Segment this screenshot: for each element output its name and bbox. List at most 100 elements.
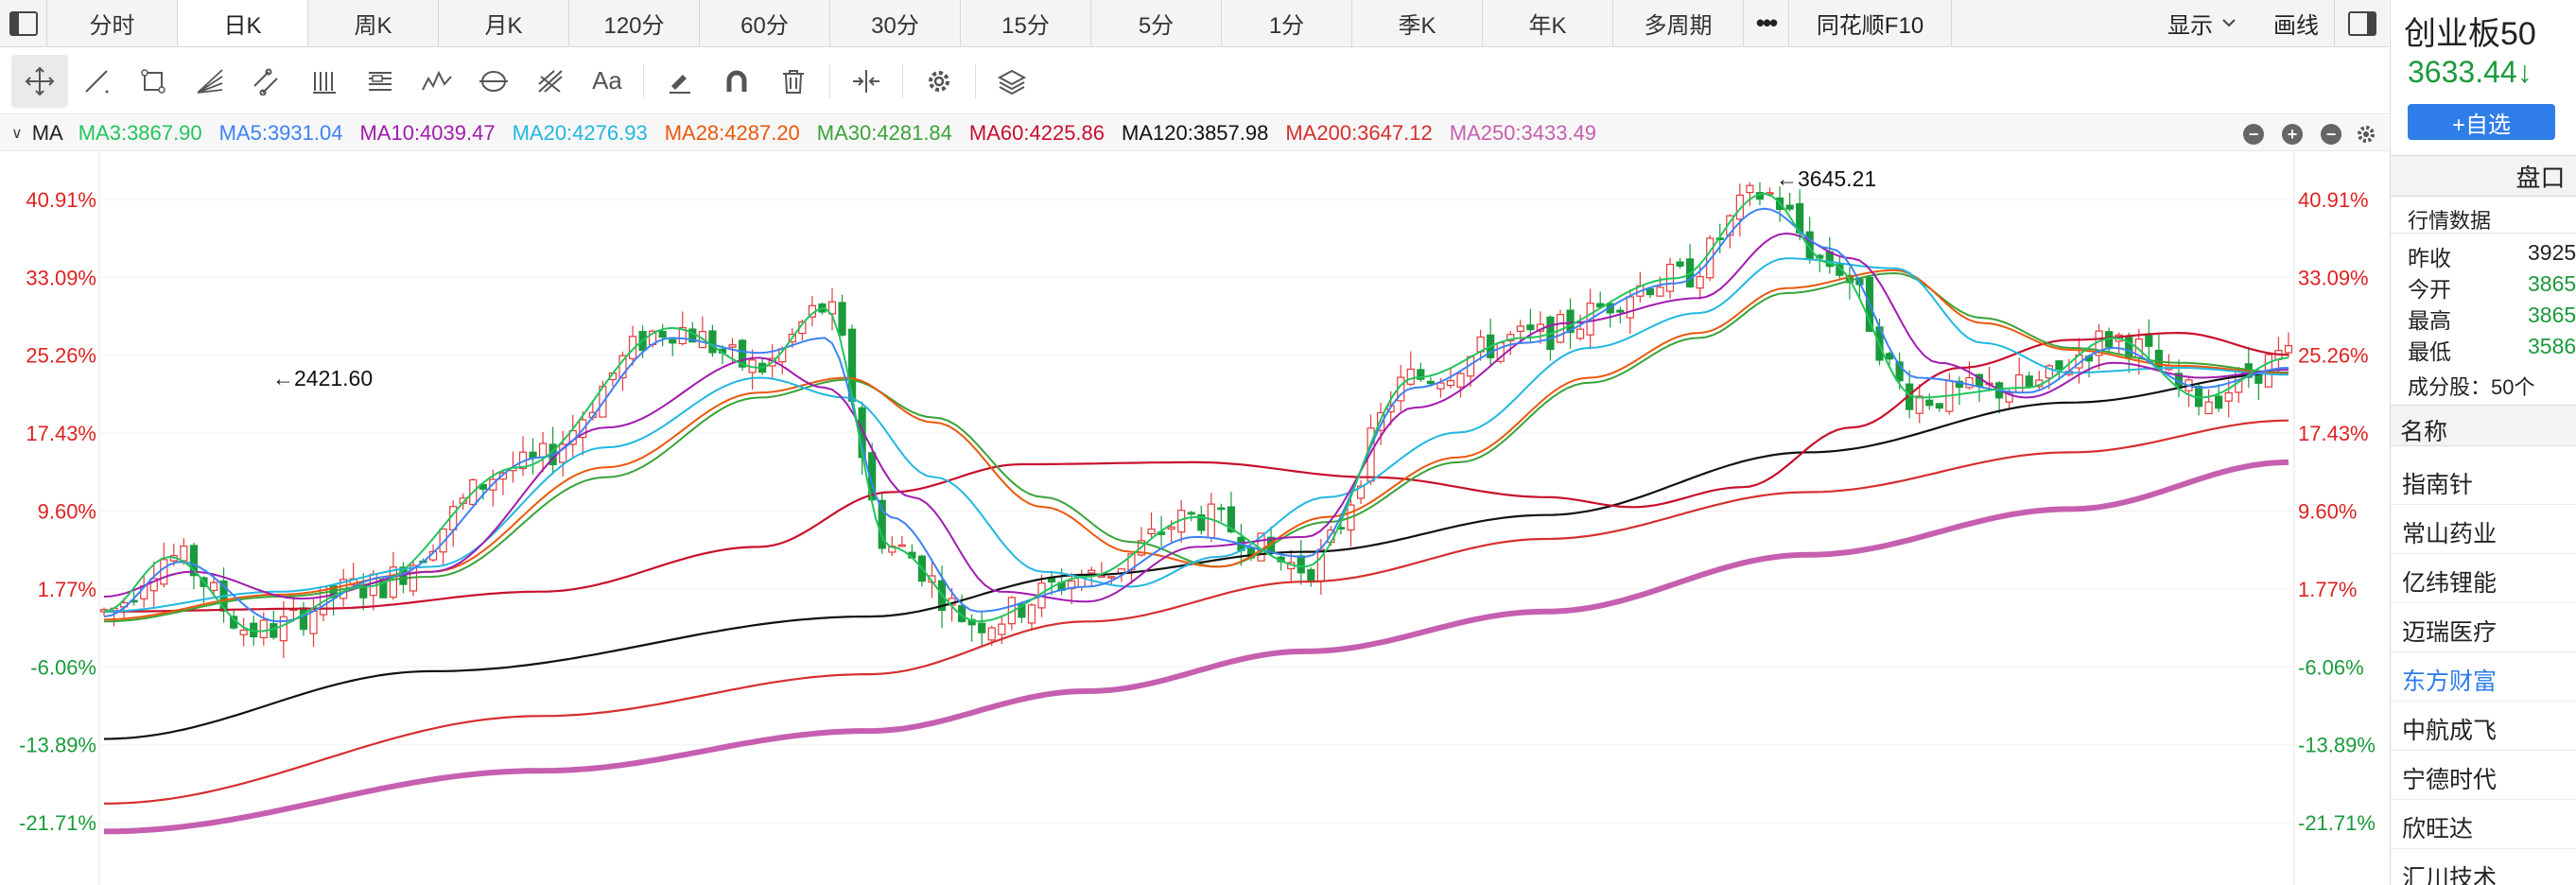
fibonacci-icon <box>369 71 392 91</box>
component-row[interactable]: 欣旺达 <box>2391 800 2576 849</box>
tab-timeframe[interactable]: 120分 <box>569 0 700 46</box>
move-arrows-icon <box>25 66 55 95</box>
measure-tool[interactable] <box>838 55 895 108</box>
channel-tool[interactable] <box>238 55 295 108</box>
candle-body <box>1097 575 1105 578</box>
ma-line-ma10 <box>103 232 2289 603</box>
ma-line-ma60 <box>104 331 2289 613</box>
candle-body <box>1217 507 1226 511</box>
quote-label: 最高 <box>2408 308 2451 333</box>
chart-grid <box>98 152 2295 885</box>
candle-body <box>978 622 986 633</box>
channel-icon <box>253 68 278 95</box>
tab-timeframe[interactable]: 季K <box>1352 0 1483 46</box>
measure-icon <box>853 69 879 93</box>
quote-label: 最低 <box>2408 339 2451 364</box>
toolbar-divider <box>975 63 976 98</box>
line-icon <box>85 69 109 93</box>
ma-line-ma30 <box>103 271 2289 623</box>
candle-body <box>847 328 857 402</box>
ma-lines <box>103 192 2289 835</box>
rectangle-tool[interactable] <box>125 55 182 108</box>
component-row[interactable]: 东方财富 <box>2391 652 2576 702</box>
candle-body <box>1088 569 1096 574</box>
quote-value: 3925 <box>2528 240 2576 265</box>
plus-circle-icon[interactable]: + <box>2282 124 2303 145</box>
tab-timeframe[interactable]: 月K <box>439 0 569 46</box>
y-tick-label-right: 25.26% <box>2298 344 2369 368</box>
component-row[interactable]: 迈瑞医疗 <box>2391 603 2576 652</box>
component-row[interactable]: 中航成飞 <box>2391 702 2576 751</box>
component-row[interactable]: 宁德时代 <box>2391 751 2576 800</box>
fibonacci-tool[interactable] <box>352 55 409 108</box>
component-row[interactable]: 指南针 <box>2391 456 2576 505</box>
cycle-icon <box>479 70 508 92</box>
tab-timeframe[interactable]: 周K <box>308 0 439 46</box>
wave-tool[interactable] <box>409 55 465 108</box>
display-dropdown[interactable]: 显示 <box>2145 0 2258 46</box>
right-panel-toggle[interactable] <box>2334 0 2389 46</box>
stock-price: 3633.44↓ <box>2408 55 2532 89</box>
candle-body <box>1307 569 1315 582</box>
tab-timeframe[interactable]: 15分 <box>961 0 1091 46</box>
kline-chart[interactable]: ←3645.21 ←2421.60 40.91% 40.91% 33.09% 33.09… <box>0 152 2389 885</box>
gear-icon[interactable] <box>2355 123 2377 146</box>
minus-circle-icon[interactable]: − <box>2321 124 2341 145</box>
tab-timeframe[interactable]: 年K <box>1483 0 1613 46</box>
indicator-name[interactable]: MA <box>32 121 63 146</box>
sidebar-toggle-icon <box>9 10 38 36</box>
left-panel-toggle[interactable] <box>0 0 47 46</box>
chevron-down-icon[interactable]: ∨ <box>11 124 23 143</box>
component-row[interactable]: 亿纬锂能 <box>2391 554 2576 603</box>
candle-body <box>1027 604 1036 624</box>
layers-icon <box>997 69 1027 95</box>
tab-timeframe[interactable]: 1分 <box>1222 0 1352 46</box>
candle-body <box>2055 360 2063 371</box>
candle-body <box>1746 184 1754 194</box>
tab-timeframe[interactable]: 5分 <box>1091 0 1222 46</box>
candle-body <box>160 559 168 585</box>
component-name: 欣旺达 <box>2402 816 2474 842</box>
add-watchlist-button[interactable]: +自选 <box>2408 104 2555 140</box>
fan-tool[interactable] <box>182 55 238 108</box>
candle-body <box>838 302 846 336</box>
quote-value: 3586 <box>2528 334 2576 358</box>
minus-circle-icon[interactable]: − <box>2243 124 2264 145</box>
tab-timeframe[interactable]: 30分 <box>830 0 961 46</box>
ma-value: MA28:4287.20 <box>664 120 800 145</box>
ma-line-ma200 <box>103 419 2289 805</box>
timeframe-bar: 分时 日K 周K 月K 120分 60分 30分 15分 5分 1分 季K 年K 多周期 ••• 同花顺… <box>0 0 2389 47</box>
candle-body <box>259 619 268 639</box>
text-tool[interactable]: Aa <box>579 55 635 108</box>
component-row[interactable]: 常山药业 <box>2391 505 2576 554</box>
candle-body <box>2284 345 2293 354</box>
settings-tool[interactable] <box>911 55 967 108</box>
line-tool[interactable] <box>68 55 125 108</box>
text-tool-label: Aa <box>592 66 622 95</box>
parallel-lines-icon <box>313 71 336 94</box>
tab-timeframe[interactable]: 分时 <box>47 0 178 46</box>
more-timeframes-button[interactable]: ••• <box>1744 0 1789 46</box>
component-name: 中航成飞 <box>2402 718 2498 744</box>
fan-lines-icon <box>197 68 223 94</box>
gann-tool[interactable] <box>522 55 579 108</box>
candle-body <box>539 442 548 459</box>
tab-timeframe[interactable]: 日K <box>178 0 308 46</box>
candle-body <box>1436 382 1445 390</box>
crosshair-move-tool[interactable] <box>11 54 68 108</box>
cycle-tool[interactable] <box>465 55 522 108</box>
f10-button[interactable]: 同花顺F10 <box>1789 0 1952 46</box>
delete-tool[interactable] <box>765 55 822 108</box>
parallel-lines-tool[interactable] <box>295 55 352 108</box>
component-row[interactable]: 汇川技术 <box>2391 849 2576 885</box>
tab-timeframe[interactable]: 多周期 <box>1613 0 1744 46</box>
magnet-tool[interactable] <box>708 55 765 108</box>
tab-pankou[interactable]: 盘口 <box>2391 155 2576 197</box>
quote-value: 3865 <box>2528 303 2576 327</box>
draw-line-button[interactable]: 画线 <box>2258 0 2334 46</box>
y-tick-label-left: -21.71% <box>19 811 96 835</box>
pen-tool[interactable] <box>652 55 708 108</box>
layers-tool[interactable] <box>983 55 1040 108</box>
y-tick-label-left: -6.06% <box>30 655 96 679</box>
tab-timeframe[interactable]: 60分 <box>700 0 830 46</box>
